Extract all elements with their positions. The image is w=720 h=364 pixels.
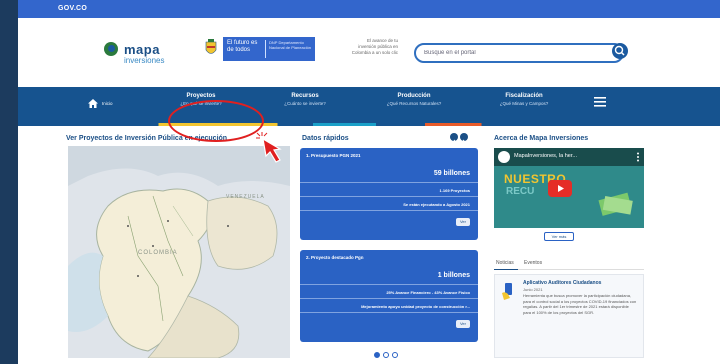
video-header: MapaInversiones, la her... xyxy=(494,148,644,166)
news-title[interactable]: Aplicativo Auditores Ciudadanos xyxy=(523,280,601,286)
news-tabs: Noticias Eventos xyxy=(494,258,644,270)
hamburger-menu-icon[interactable] xyxy=(594,97,606,107)
about-section-title: Acerca de Mapa Inversiones xyxy=(494,135,589,142)
logo-subtitle: inversiones xyxy=(124,56,165,65)
tab-eventos[interactable]: Eventos xyxy=(524,260,542,266)
annotation-circle xyxy=(168,100,264,142)
video-overlay-text: RECU xyxy=(506,186,535,197)
video-player[interactable]: NUESTRO RECU MapaInversiones, la her... xyxy=(494,148,644,228)
card-line1: 25% Avance Financiero - 43% Avance Físic… xyxy=(386,290,470,295)
nav-item-title: Fiscalización xyxy=(505,93,543,99)
nav-item-fiscalizacion[interactable]: Fiscalización ¿Qué Minas y Campos? xyxy=(476,92,572,120)
card-divider xyxy=(300,210,478,211)
ver-mas-button[interactable]: Ver más xyxy=(544,232,574,241)
card-divider xyxy=(300,284,478,285)
carousel-dot-active[interactable] xyxy=(374,352,380,358)
nav-accent-stripe xyxy=(18,123,720,126)
card-title: 1. Presupuesto PGN 2021 xyxy=(306,153,361,158)
card-title: 2. Proyecto destacado Pgn xyxy=(306,255,364,260)
card-line1: 1.169 Proyectos xyxy=(439,188,470,193)
search-input[interactable] xyxy=(424,47,594,59)
projects-map[interactable]: VENEZUELA COLOMBIA xyxy=(68,146,290,358)
cursor-click-icon xyxy=(256,132,282,163)
card-view-button[interactable]: Ver xyxy=(456,218,470,226)
logo-title[interactable]: mapa xyxy=(124,42,160,57)
futuro-text: El futuro es de todos xyxy=(227,40,258,53)
card-divider xyxy=(300,196,478,197)
nav-item-title: Producción xyxy=(397,93,431,99)
nav-home[interactable]: Inicio xyxy=(88,95,118,115)
carousel-dot[interactable] xyxy=(383,352,389,358)
card-line2: Mejoramiento apoyo unidad proyecto de co… xyxy=(361,304,470,309)
search-button[interactable] xyxy=(612,43,628,59)
data-card-presupuesto: 1. Presupuesto PGN 2021 59 billones 1.16… xyxy=(300,148,478,240)
card-value: 59 billones xyxy=(433,170,470,177)
page: mapa inversiones El futuro es de todos D… xyxy=(18,18,720,364)
card-divider xyxy=(300,298,478,299)
gov-logo[interactable]: GOV.CO xyxy=(58,5,87,12)
nav-item-recursos[interactable]: Recursos ¿Cuánto se invierte? xyxy=(260,92,350,120)
chevron-left-icon xyxy=(452,139,456,145)
card-value: 1 billones xyxy=(437,272,470,279)
nav-item-subtitle: ¿Qué Minas y Campos? xyxy=(499,101,549,106)
nav-item-subtitle: ¿Cuánto se invierte? xyxy=(284,101,326,106)
map-label-colombia: COLOMBIA xyxy=(138,250,178,256)
browser-frame: GOV.CO mapa inversiones El futuro es de … xyxy=(0,0,720,364)
nav-item-title: Proyectos xyxy=(186,93,216,99)
nav-home-label: Inicio xyxy=(102,101,113,106)
channel-avatar[interactable] xyxy=(498,151,510,163)
home-icon xyxy=(88,99,98,108)
header-tagline: El avance de tu inversión pública en Col… xyxy=(351,38,398,55)
card-line2: Se están ejecutando a Agosto 2021 xyxy=(403,202,470,207)
active-tab-indicator xyxy=(494,269,518,270)
next-arrow-button[interactable] xyxy=(460,133,468,145)
coat-of-arms-icon xyxy=(205,39,217,54)
more-vertical-icon[interactable] xyxy=(636,152,640,162)
news-card[interactable]: Aplicativo Auditores Ciudadanos Junio 20… xyxy=(494,274,644,358)
search-box xyxy=(414,43,624,63)
nav-item-produccion[interactable]: Producción ¿Qué Recursos Naturales? xyxy=(366,92,462,120)
prev-arrow-button[interactable] xyxy=(450,133,458,145)
el-futuro-banner[interactable]: El futuro es de todos DNP Departamento N… xyxy=(223,37,315,61)
card-divider xyxy=(300,312,478,313)
mapa-inversiones-logo-icon[interactable] xyxy=(104,42,118,56)
gov-bar: GOV.CO xyxy=(18,0,720,18)
card-divider xyxy=(300,182,478,183)
play-button[interactable] xyxy=(548,180,572,197)
data-section-title: Datos rápidos xyxy=(302,135,349,142)
hand-phone-icon xyxy=(502,283,512,300)
search-icon xyxy=(614,45,625,56)
news-body: Herramienta que busca promover la partic… xyxy=(523,293,637,315)
news-date: Junio 2021 xyxy=(523,287,543,292)
play-icon xyxy=(558,185,564,192)
nav-item-title: Recursos xyxy=(291,93,319,99)
map-label-venezuela: VENEZUELA xyxy=(226,194,265,200)
data-card-proyecto-destacado: 2. Proyecto destacado Pgn 1 billones 25%… xyxy=(300,250,478,342)
tab-noticias[interactable]: Noticias xyxy=(496,260,514,266)
carousel-dot[interactable] xyxy=(392,352,398,358)
nav-item-subtitle: ¿Qué Recursos Naturales? xyxy=(386,101,442,106)
futuro-divider xyxy=(265,40,266,58)
chevron-right-icon xyxy=(462,139,466,145)
video-title[interactable]: MapaInversiones, la her... xyxy=(514,153,577,159)
money-illustration-icon xyxy=(598,192,633,216)
card-view-button[interactable]: Ver xyxy=(456,320,470,328)
map-graphic xyxy=(68,146,290,358)
dnp-text: DNP Departamento Nacional de Planeación xyxy=(269,40,312,50)
